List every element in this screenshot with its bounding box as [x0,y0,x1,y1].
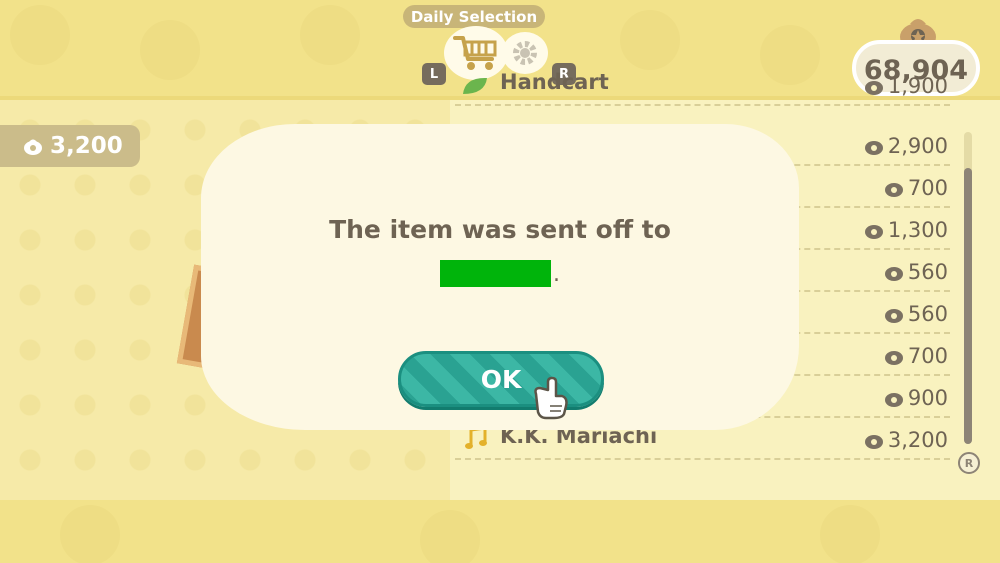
dialog-message: The item was sent off to [329,215,671,244]
list-item-price: 700 [883,344,948,368]
music-note-icon [465,426,487,449]
list-item[interactable]: Handcart 1,900 [455,64,950,106]
leaf-decoration [140,20,200,80]
bell-bag-icon [884,309,903,323]
list-item-price: 900 [883,386,948,410]
bell-bag-icon [884,267,903,281]
leaf-decoration [300,5,360,65]
selected-price: 3,200 [50,133,123,159]
leaf-decoration [60,505,120,563]
bell-bag-icon [24,139,42,155]
leaf-item-icon [463,77,487,94]
bell-bag-icon [864,225,883,239]
leaf-decoration [620,10,680,70]
bell-bag-icon [864,141,883,155]
recipient-suffix: . [553,262,560,287]
list-item-price: 700 [883,176,948,200]
redacted-recipient [440,260,551,287]
l-button[interactable]: L [422,63,446,85]
leaf-decoration [820,505,880,563]
ok-button[interactable]: OK [398,351,604,407]
leaf-decoration [420,510,480,563]
list-item-price: 1,900 [863,74,948,98]
bell-bag-icon [884,351,903,365]
r-stick-icon: R [958,452,980,474]
list-item-name: K.K. Mariachi [500,424,658,448]
scrollbar-thumb[interactable] [964,168,972,444]
list-item-price: 1,300 [863,218,948,242]
bell-bag-icon [884,183,903,197]
list-item-price: 560 [883,302,948,326]
tab-daily-selection[interactable]: Daily Selection [403,5,545,28]
leaf-decoration [10,5,70,65]
bell-bag-icon [884,393,903,407]
list-item-name: Handcart [500,70,609,94]
list-item-price: 2,900 [863,134,948,158]
selected-price-tag: 3,200 [0,125,140,167]
bell-bag-icon [864,435,883,449]
recipient-line: . [440,259,560,287]
bell-bag-icon [864,81,883,95]
list-item-price: 560 [883,260,948,284]
pointer-hand-icon [534,376,568,420]
list-item-price: 3,200 [863,428,948,452]
gear-icon [513,41,537,65]
